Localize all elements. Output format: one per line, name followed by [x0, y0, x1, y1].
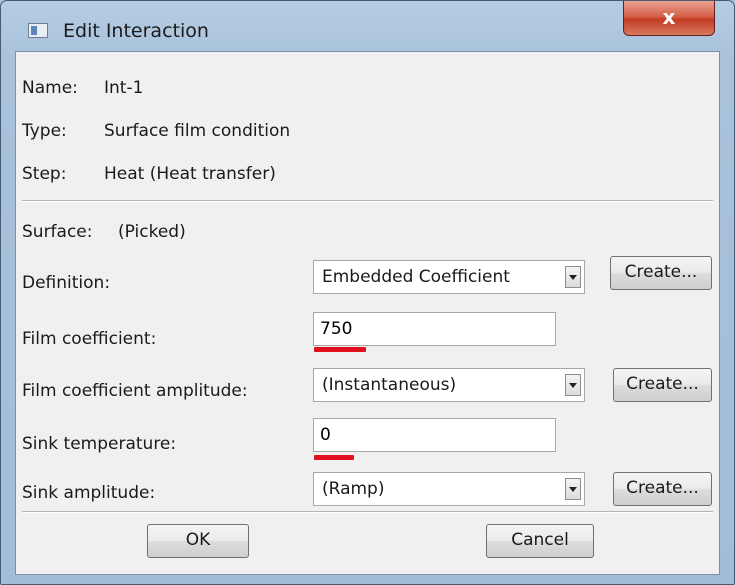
edit-interaction-dialog: Edit Interaction x Name: Int-1 Type: Sur…: [0, 0, 735, 585]
sink-temperature-label: Sink temperature:: [22, 434, 177, 454]
type-label: Type:: [22, 121, 67, 141]
name-value: Int-1: [104, 78, 144, 98]
surface-label: Surface:: [22, 222, 93, 242]
definition-value: Embedded Coefficient: [322, 267, 510, 287]
sink-amplitude-value: (Ramp): [322, 479, 385, 499]
dialog-body: Name: Int-1 Type: Surface film condition…: [15, 51, 720, 575]
ok-button[interactable]: OK: [147, 524, 249, 558]
surface-value: (Picked): [118, 222, 186, 242]
cancel-button[interactable]: Cancel: [486, 524, 594, 558]
chevron-down-icon[interactable]: [565, 478, 581, 500]
highlight-underline: [314, 347, 366, 352]
film-coefficient-input[interactable]: 750: [313, 312, 556, 346]
close-button[interactable]: x: [623, 1, 715, 36]
name-label: Name:: [22, 78, 78, 98]
sink-amplitude-label: Sink amplitude:: [22, 483, 156, 503]
type-value: Surface film condition: [104, 121, 291, 141]
definition-label: Definition:: [22, 273, 111, 293]
film-amplitude-value: (Instantaneous): [322, 375, 457, 395]
film-amplitude-label: Film coefficient amplitude:: [22, 381, 248, 401]
window-title: Edit Interaction: [63, 20, 209, 42]
definition-select[interactable]: Embedded Coefficient: [313, 260, 585, 294]
film-amplitude-create-button[interactable]: Create...: [613, 368, 712, 402]
sink-temperature-value: 0: [320, 425, 331, 445]
film-amplitude-select[interactable]: (Instantaneous): [313, 368, 585, 402]
step-value: Heat (Heat transfer): [104, 164, 276, 184]
step-label: Step:: [22, 164, 67, 184]
sink-amplitude-select[interactable]: (Ramp): [313, 472, 585, 506]
window-icon: [28, 23, 48, 38]
close-icon: x: [662, 5, 676, 29]
film-coefficient-label: Film coefficient:: [22, 329, 157, 349]
chevron-down-icon[interactable]: [565, 266, 581, 288]
sink-temperature-input[interactable]: 0: [313, 418, 556, 452]
separator: [22, 511, 713, 513]
title-bar[interactable]: Edit Interaction x: [1, 1, 734, 51]
highlight-underline: [314, 455, 354, 460]
definition-create-button[interactable]: Create...: [610, 256, 712, 290]
chevron-down-icon[interactable]: [565, 374, 581, 396]
film-coefficient-value: 750: [320, 319, 353, 339]
separator: [22, 200, 713, 202]
sink-amplitude-create-button[interactable]: Create...: [613, 472, 712, 506]
